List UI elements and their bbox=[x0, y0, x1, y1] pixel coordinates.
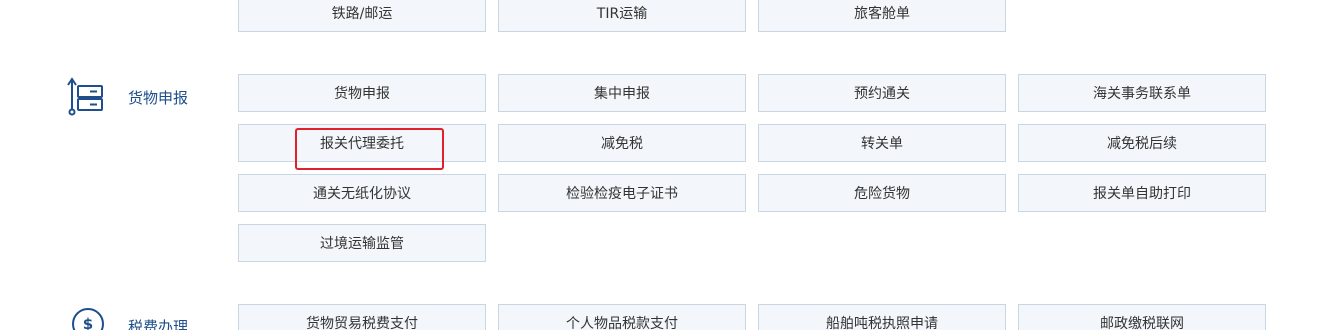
tile-label: 危险货物 bbox=[854, 186, 910, 202]
tile-railway-postal[interactable]: 铁路/邮运 bbox=[238, 0, 486, 32]
tile-appointment-clearance[interactable]: 预约通关 bbox=[758, 74, 1006, 112]
tile-label: 减免税后续 bbox=[1107, 136, 1177, 152]
tile-label: 个人物品税款支付 bbox=[566, 316, 678, 330]
tile-tax-reduction[interactable]: 减免税 bbox=[498, 124, 746, 162]
tile-transfer-form[interactable]: 转关单 bbox=[758, 124, 1006, 162]
tile-label: 铁路/邮运 bbox=[331, 6, 393, 22]
tile-label: 货物申报 bbox=[334, 86, 390, 102]
tile-postal-tax-network[interactable]: 邮政缴税联网 bbox=[1018, 304, 1266, 330]
tile-dangerous-goods[interactable]: 危险货物 bbox=[758, 174, 1006, 212]
tile-tir-transport[interactable]: TIR运输 bbox=[498, 0, 746, 32]
tile-cargo-declaration[interactable]: 货物申报 bbox=[238, 74, 486, 112]
svg-text:$: $ bbox=[83, 315, 93, 330]
tile-label: 过境运输监管 bbox=[320, 236, 404, 252]
tile-paperless-agreement[interactable]: 通关无纸化协议 bbox=[238, 174, 486, 212]
tile-label: 预约通关 bbox=[854, 86, 910, 102]
tile-customs-agent-entrustment[interactable]: 报关代理委托 bbox=[238, 124, 486, 162]
tile-label: TIR运输 bbox=[596, 6, 648, 22]
tile-inspection-e-certificate[interactable]: 检验检疫电子证书 bbox=[498, 174, 746, 212]
section-title-cargo-declaration[interactable]: 货物申报 bbox=[128, 87, 188, 108]
tile-label: 旅客舱单 bbox=[854, 6, 910, 22]
tile-label: 转关单 bbox=[861, 136, 903, 152]
tile-personal-goods-tax-payment[interactable]: 个人物品税款支付 bbox=[498, 304, 746, 330]
dollar-circle-icon: $ bbox=[70, 306, 106, 330]
tile-label: 通关无纸化协议 bbox=[313, 186, 411, 202]
tile-tax-reduction-followup[interactable]: 减免税后续 bbox=[1018, 124, 1266, 162]
tile-trade-tax-payment[interactable]: 货物贸易税费支付 bbox=[238, 304, 486, 330]
tile-tonnage-tax-license[interactable]: 船舶吨税执照申请 bbox=[758, 304, 1006, 330]
page: 铁路/邮运 TIR运输 旅客舱单 货物申报 货物申报 集中申报 预约通关 海关事… bbox=[0, 0, 1322, 330]
tile-label: 减免税 bbox=[601, 136, 643, 152]
tile-centralized-declaration[interactable]: 集中申报 bbox=[498, 74, 746, 112]
tile-label: 货物贸易税费支付 bbox=[306, 316, 418, 330]
tile-passenger-manifest[interactable]: 旅客舱单 bbox=[758, 0, 1006, 32]
tile-label: 报关代理委托 bbox=[320, 136, 404, 152]
tile-customs-contact-form[interactable]: 海关事务联系单 bbox=[1018, 74, 1266, 112]
tile-self-print-declaration[interactable]: 报关单自助打印 bbox=[1018, 174, 1266, 212]
tile-label: 邮政缴税联网 bbox=[1100, 316, 1184, 330]
tile-transit-supervision[interactable]: 过境运输监管 bbox=[238, 224, 486, 262]
server-stack-icon bbox=[66, 76, 106, 120]
tile-label: 海关事务联系单 bbox=[1093, 86, 1191, 102]
tile-label: 集中申报 bbox=[594, 86, 650, 102]
tile-label: 报关单自助打印 bbox=[1093, 186, 1191, 202]
tile-label: 船舶吨税执照申请 bbox=[826, 316, 938, 330]
section-title-tax-handling[interactable]: 税费办理 bbox=[128, 316, 188, 330]
tile-label: 检验检疫电子证书 bbox=[566, 186, 678, 202]
